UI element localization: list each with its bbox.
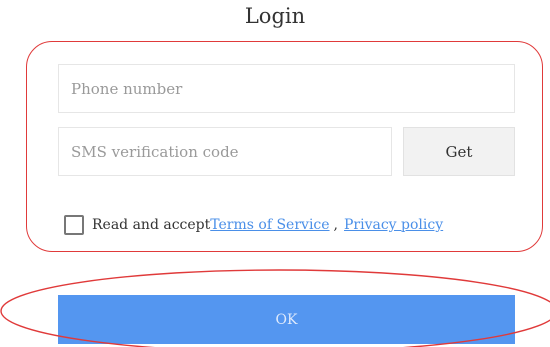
- sms-code-input[interactable]: [58, 127, 392, 176]
- get-code-button[interactable]: Get: [403, 127, 515, 176]
- privacy-policy-link[interactable]: Privacy policy: [344, 217, 443, 233]
- agreement-row: Read and accept Terms of Service , Priva…: [64, 213, 443, 237]
- terms-of-service-link[interactable]: Terms of Service: [210, 217, 329, 233]
- agree-checkbox[interactable]: [64, 215, 84, 235]
- page-title: Login: [244, 4, 306, 28]
- agreement-separator: ,: [333, 217, 338, 233]
- agree-label: Read and accept: [92, 217, 211, 233]
- phone-number-input[interactable]: [58, 64, 515, 113]
- ok-button[interactable]: OK: [58, 295, 515, 344]
